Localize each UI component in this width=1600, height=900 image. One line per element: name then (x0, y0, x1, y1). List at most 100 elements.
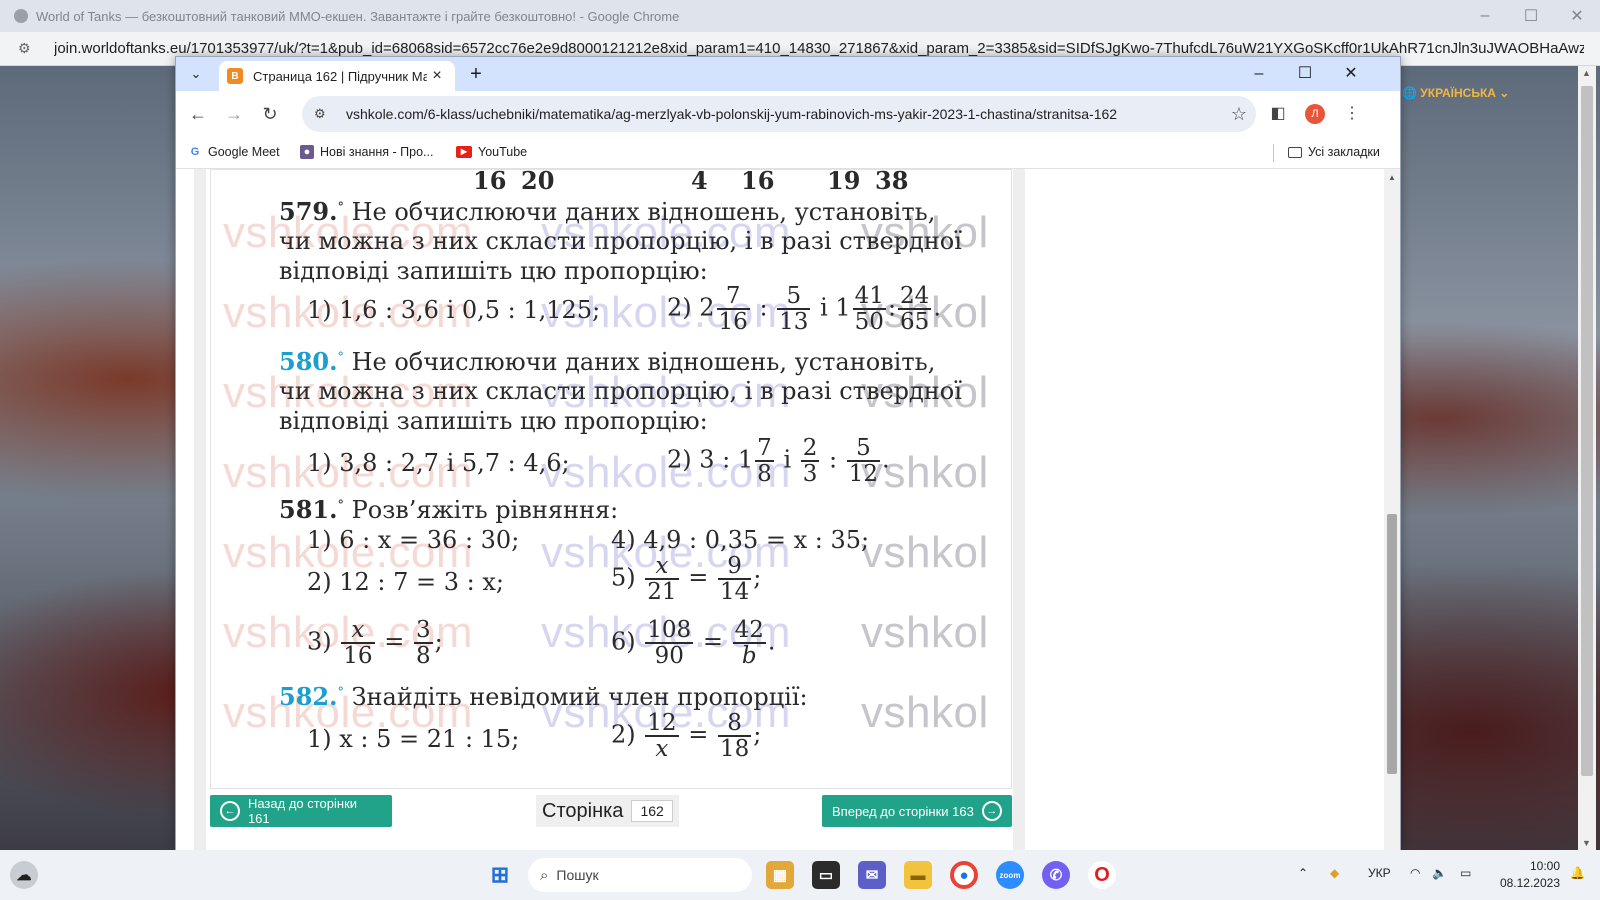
chevron-up-icon[interactable]: ⌃ (1298, 866, 1308, 880)
bookmark-novi-znannya[interactable]: ● Нові знання - Про... (300, 145, 433, 159)
numerator: 8 (717, 711, 752, 738)
numerator: 2 (800, 435, 820, 463)
denominator: 21 (647, 579, 677, 606)
connector: і 1 (820, 293, 851, 322)
page-scrollbar[interactable]: ▲ (1384, 169, 1400, 851)
zoom-icon[interactable]: zoom (996, 861, 1024, 889)
numerator: 5 (777, 284, 811, 311)
tab-search-button[interactable]: ⌄ (184, 62, 208, 86)
numerator: x (341, 618, 375, 645)
maximize-button[interactable]: ☐ (1508, 6, 1554, 26)
novi-znannya-icon: ● (300, 145, 314, 159)
language-label: УКРАЇНСЬКА (1420, 86, 1496, 100)
task-view-icon[interactable]: ▭ (812, 861, 840, 889)
volume-icon[interactable]: 🔈 (1432, 866, 1447, 880)
page-number-input[interactable]: 162 (631, 800, 673, 822)
tab-close-icon[interactable]: × (427, 67, 447, 85)
outer-url[interactable]: join.worldoftanks.eu/1701353977/uk/?t=1&… (54, 40, 1584, 57)
chrome-icon[interactable]: ● (950, 861, 978, 889)
all-bookmarks-button[interactable]: Усі закладки (1288, 145, 1380, 159)
forward-button[interactable]: → (216, 96, 252, 132)
textbook-page-image: vshkole.com vshkole.com vshkol vshkole.c… (210, 169, 1012, 789)
next-page-button[interactable]: Вперед до сторінки 163 → (822, 795, 1012, 827)
fraction: 78 (755, 436, 774, 486)
side-panel-button[interactable]: ◧ (1260, 96, 1296, 132)
outer-scroll-thumb[interactable] (1581, 86, 1593, 776)
numerator: 41 (852, 283, 886, 311)
exercise-number: 580. (279, 347, 338, 376)
address-url[interactable]: vshkole.com/6-klass/uchebniki/matematika… (346, 106, 1222, 122)
minimize-button[interactable]: – (1462, 7, 1508, 25)
fraction: 5 12 (846, 436, 881, 486)
close-button[interactable]: ✕ (1328, 59, 1374, 89)
numerator: 42 (732, 617, 766, 645)
site-info-icon[interactable]: ⚙ (314, 106, 332, 122)
address-bar[interactable]: ⚙ vshkole.com/6-klass/uchebniki/matemati… (302, 96, 1256, 132)
outer-scrollbar[interactable]: ▲ ▼ (1578, 66, 1596, 850)
exercise-text: Знайдіть невідомий член пропорції: (351, 683, 808, 711)
content-left-border (194, 169, 206, 851)
notification-bell-icon[interactable]: 🔔 (1570, 866, 1585, 880)
profile-avatar[interactable]: Л (1305, 104, 1325, 124)
numerator: 9 (717, 554, 752, 581)
denominator: 65 (900, 309, 930, 336)
minimize-button[interactable]: – (1236, 59, 1282, 89)
watermark: vshkol (861, 688, 989, 737)
clock-date: 08.12.2023 (1499, 876, 1560, 890)
bookmark-youtube[interactable]: ▶ YouTube (456, 145, 527, 159)
page-scroll-thumb[interactable] (1387, 514, 1397, 774)
denominator: 16 (343, 643, 373, 670)
input-language[interactable]: УКР (1368, 866, 1391, 880)
equation-5: 5) x 21 = 9 14; (611, 553, 762, 606)
fraction: 7 16 (716, 284, 750, 334)
weather-icon[interactable]: ☁ (10, 861, 38, 889)
back-button[interactable]: ← (180, 96, 216, 132)
scroll-down-icon[interactable]: ▼ (1582, 838, 1591, 848)
exercise-579-line2: чи можна з них скласти пропорцію, і в ра… (279, 227, 962, 255)
site-settings-icon[interactable]: ⚙ (18, 40, 36, 57)
denominator: x (655, 736, 669, 763)
content-right-border (1013, 169, 1025, 851)
numerator: 5 (846, 436, 881, 463)
equation-2: 2) 12 : 7 = 3 : x; (307, 568, 505, 596)
denominator: 90 (654, 643, 684, 670)
new-tab-button[interactable]: + (463, 61, 489, 87)
prev-page-button[interactable]: ← Назад до сторінки 161 (210, 795, 392, 827)
exercise-number: 582. (279, 682, 338, 711)
exercise-text: Не обчислюючи даних відношень, установіт… (351, 198, 936, 226)
scroll-up-icon[interactable]: ▲ (1388, 173, 1396, 182)
chevron-down-icon: ⌄ (190, 66, 202, 81)
battery-icon[interactable]: ▭ (1460, 866, 1471, 880)
antivirus-icon[interactable]: ◆ (1330, 866, 1339, 880)
page-label: Сторінка (542, 799, 624, 822)
bookmark-star-icon[interactable]: ☆ (1222, 104, 1256, 125)
viber-icon[interactable]: ✆ (1042, 861, 1070, 889)
numerator: 24 (898, 283, 932, 311)
teams-chat-icon[interactable]: ✉ (858, 861, 886, 889)
bookmarks-bar: G Google Meet ● Нові знання - Про... ▶ Y… (176, 137, 1400, 169)
widgets-icon[interactable]: ▦ (766, 861, 794, 889)
close-button[interactable]: ✕ (1554, 6, 1600, 26)
menu-button[interactable]: ⋮ (1334, 96, 1370, 132)
windows-start-icon[interactable]: ⊞ (486, 861, 514, 889)
exercise-580-line2: чи можна з них скласти пропорцію, і в ра… (279, 377, 962, 405)
maximize-button[interactable]: ☐ (1282, 59, 1328, 89)
tab-active[interactable]: B Страница 162 | Підручник Ма × (219, 61, 455, 91)
scroll-up-icon[interactable]: ▲ (1582, 68, 1591, 78)
bookmark-label: Нові знання - Про... (320, 145, 434, 159)
clock[interactable]: 10:00 08.12.2023 (1494, 858, 1560, 892)
bookmark-google-meet[interactable]: G Google Meet (188, 145, 280, 159)
bookmark-label: YouTube (478, 145, 528, 159)
wifi-icon[interactable]: ◠ (1410, 866, 1420, 880)
taskbar: ☁ ⊞ ⌕ Пошук ▦ ▭ ✉ ▬ ● zoom ✆ O ⌃ ◆ УКР ◠… (0, 850, 1600, 900)
page-content: vshkole.com vshkole.com vshkol vshkole.c… (176, 169, 1384, 851)
partial-denominator: 19 (827, 169, 861, 195)
language-selector[interactable]: 🌐 УКРАЇНСЬКА ⌄ (1402, 86, 1509, 100)
fraction: x 21 (645, 554, 679, 606)
taskbar-search[interactable]: ⌕ Пошук (528, 858, 752, 892)
opera-icon[interactable]: O (1088, 861, 1116, 889)
reload-button[interactable]: ↻ (252, 96, 288, 132)
file-explorer-icon[interactable]: ▬ (904, 861, 932, 889)
outer-window-title: World of Tanks — безкоштовний танковий М… (36, 8, 680, 24)
part-prefix: 2) 2 (667, 293, 715, 322)
